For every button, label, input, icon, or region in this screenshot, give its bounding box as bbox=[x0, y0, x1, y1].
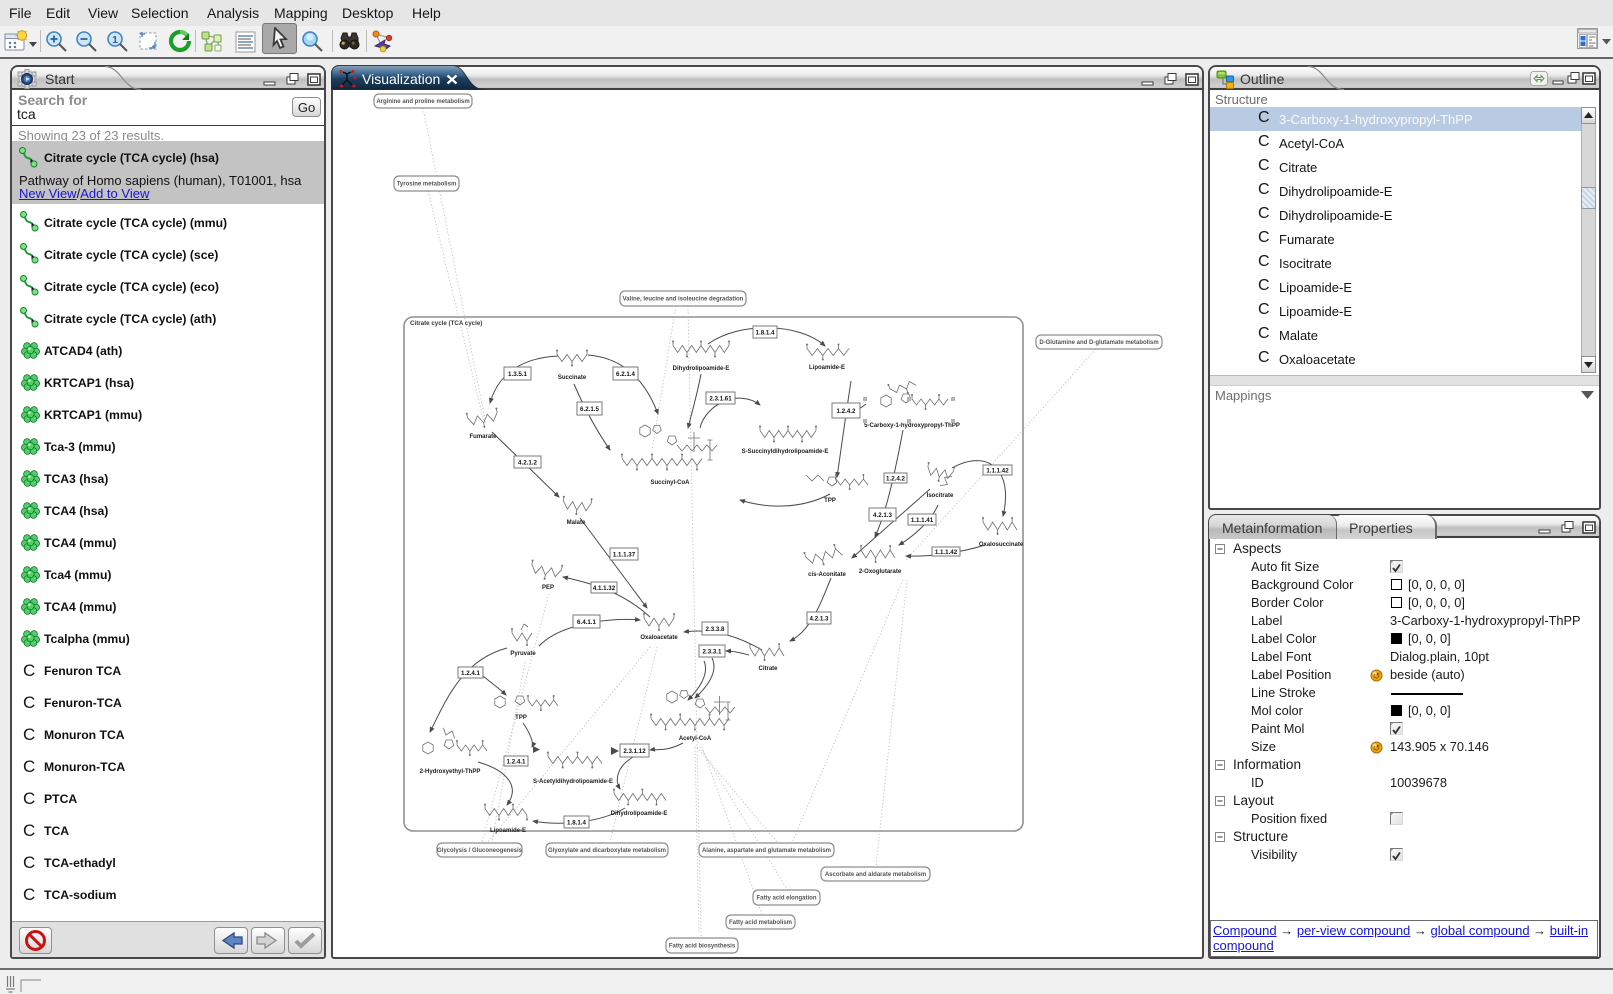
svg-text:1.3.5.1: 1.3.5.1 bbox=[508, 371, 527, 378]
svg-text:Pyruvate: Pyruvate bbox=[510, 651, 536, 657]
svg-text:4.2.1.3: 4.2.1.3 bbox=[873, 512, 892, 519]
svg-text:1.8.1.4: 1.8.1.4 bbox=[756, 329, 775, 336]
svg-text:Alanine, aspartate and glutama: Alanine, aspartate and glutamate metabol… bbox=[702, 848, 831, 854]
svg-text:cis-Aconitate: cis-Aconitate bbox=[808, 572, 846, 578]
svg-text:Citrate: Citrate bbox=[758, 666, 778, 672]
svg-text:6.2.1.4: 6.2.1.4 bbox=[616, 371, 635, 378]
svg-text:TPP: TPP bbox=[824, 498, 836, 504]
svg-text:1.1.1.42: 1.1.1.42 bbox=[935, 549, 958, 556]
svg-text:6.2.1.5: 6.2.1.5 bbox=[580, 406, 599, 413]
svg-text:Glycolysis / Gluconeogenesis: Glycolysis / Gluconeogenesis bbox=[437, 848, 523, 854]
svg-text:1.2.4.2: 1.2.4.2 bbox=[837, 408, 856, 415]
svg-text:1.1.1.41: 1.1.1.41 bbox=[911, 517, 934, 524]
svg-text:1: 1 bbox=[112, 34, 118, 46]
svg-text:6.4.1.1: 6.4.1.1 bbox=[577, 619, 596, 626]
svg-text:Citrate cycle (TCA cycle): Citrate cycle (TCA cycle) bbox=[410, 320, 482, 327]
svg-text:Oxalosuccinate: Oxalosuccinate bbox=[979, 542, 1024, 548]
svg-text:Fatty acid elongation: Fatty acid elongation bbox=[756, 896, 816, 902]
svg-text:Fumarate: Fumarate bbox=[469, 434, 497, 440]
svg-text:2-Hydroxyethyl-ThPP: 2-Hydroxyethyl-ThPP bbox=[420, 769, 481, 775]
svg-text:1.2.4.1: 1.2.4.1 bbox=[507, 758, 526, 765]
svg-text:Arginine and proline metabolis: Arginine and proline metabolism bbox=[376, 99, 469, 105]
svg-text:S-Acetyldihydrolipoamide-E: S-Acetyldihydrolipoamide-E bbox=[533, 779, 613, 785]
svg-text:Dihydrolipoamide-E: Dihydrolipoamide-E bbox=[673, 366, 730, 372]
svg-text:↺: ↺ bbox=[1373, 743, 1381, 753]
svg-text:Succinyl-CoA: Succinyl-CoA bbox=[650, 480, 690, 486]
svg-text:Oxaloacetate: Oxaloacetate bbox=[640, 635, 678, 641]
svg-text:2.3.3.8: 2.3.3.8 bbox=[706, 626, 725, 633]
svg-text:2.3.3.1: 2.3.3.1 bbox=[703, 648, 722, 655]
svg-text:S-Succinyldihydrolipoamide-E: S-Succinyldihydrolipoamide-E bbox=[742, 449, 829, 455]
svg-text:Tyrosine metabolism: Tyrosine metabolism bbox=[397, 182, 457, 188]
svg-text:2.3.1.61: 2.3.1.61 bbox=[709, 395, 732, 402]
svg-text:Glyoxylate and dicarboxylate m: Glyoxylate and dicarboxylate metabolism bbox=[548, 848, 666, 854]
svg-text:Fatty acid biosynthesis: Fatty acid biosynthesis bbox=[669, 944, 736, 950]
svg-text:Ascorbate and aldarate metabol: Ascorbate and aldarate metabolism bbox=[825, 872, 926, 878]
svg-text:TPP: TPP bbox=[515, 715, 527, 721]
svg-text:4.2.1.3: 4.2.1.3 bbox=[810, 615, 829, 622]
svg-text:2.3.1.12: 2.3.1.12 bbox=[623, 748, 646, 755]
svg-text:Lipoamide-E: Lipoamide-E bbox=[490, 828, 526, 834]
svg-text:Malate: Malate bbox=[567, 520, 586, 526]
svg-text:Isocitrate: Isocitrate bbox=[927, 493, 954, 499]
svg-text:D-Glutamine and D-glutamate me: D-Glutamine and D-glutamate metabolism bbox=[1039, 340, 1158, 346]
svg-text:1.2.4.2: 1.2.4.2 bbox=[886, 475, 905, 482]
svg-text:Fatty acid metabolism: Fatty acid metabolism bbox=[729, 920, 792, 926]
svg-text:Lipoamide-E: Lipoamide-E bbox=[809, 365, 845, 371]
svg-text:1.1.1.42: 1.1.1.42 bbox=[986, 467, 1009, 474]
svg-text:1.8.1.4: 1.8.1.4 bbox=[567, 819, 586, 826]
svg-text:Valine, leucine and isoleucine: Valine, leucine and isoleucine degradati… bbox=[623, 297, 744, 303]
svg-text:2-Oxoglutarate: 2-Oxoglutarate bbox=[859, 569, 902, 575]
svg-text:5-Carboxy-1-hydroxypropyl-ThPP: 5-Carboxy-1-hydroxypropyl-ThPP bbox=[864, 423, 960, 429]
svg-text:4.2.1.2: 4.2.1.2 bbox=[518, 459, 537, 466]
svg-text:Dihydrolipoamide-E: Dihydrolipoamide-E bbox=[611, 811, 668, 817]
svg-text:↺: ↺ bbox=[1373, 671, 1381, 681]
svg-text:PEP: PEP bbox=[542, 585, 554, 591]
svg-text:1.2.4.1: 1.2.4.1 bbox=[461, 670, 480, 677]
svg-text:Acetyl-CoA: Acetyl-CoA bbox=[679, 736, 712, 742]
svg-text:Succinate: Succinate bbox=[558, 375, 587, 381]
svg-text:4.1.1.32: 4.1.1.32 bbox=[593, 585, 616, 592]
svg-text:1.1.1.37: 1.1.1.37 bbox=[613, 551, 636, 558]
